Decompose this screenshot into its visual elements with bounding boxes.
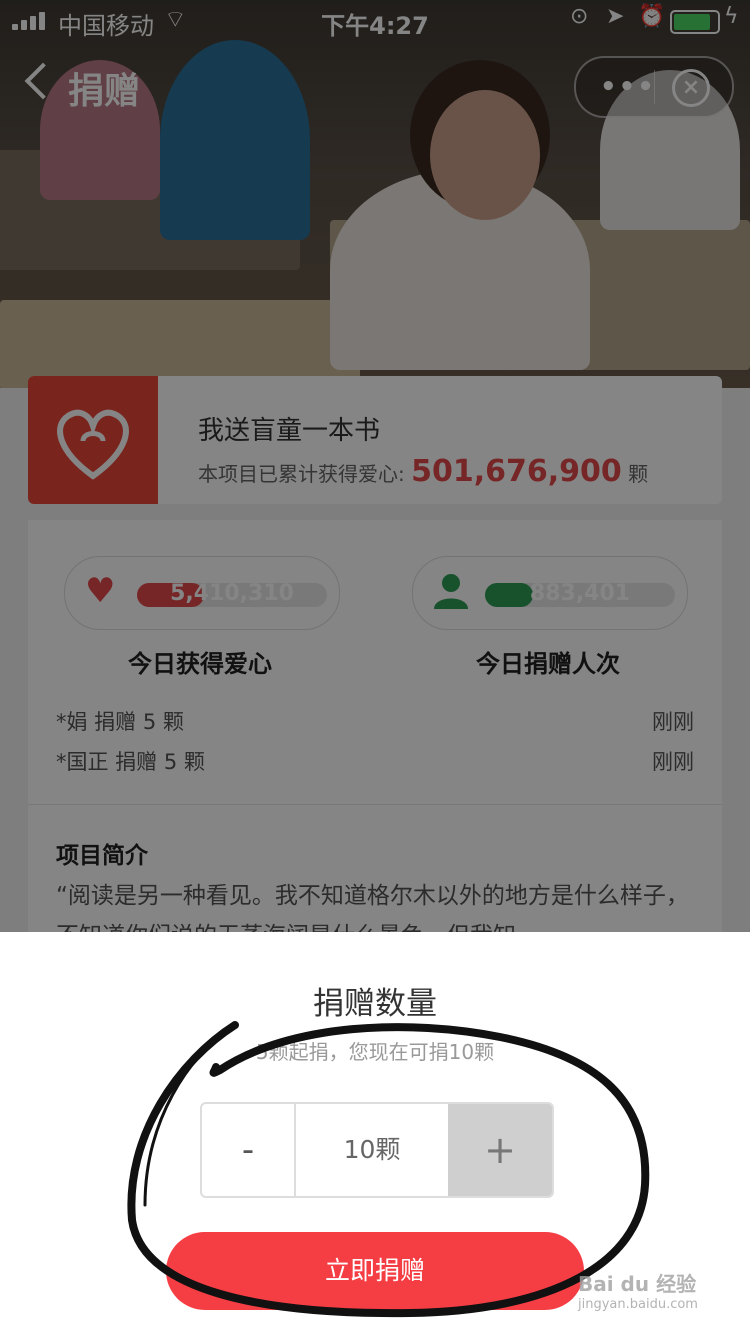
watermark-url: jingyan.baidu.com	[578, 1297, 698, 1312]
watermark: Bai du 经验 jingyan.baidu.com	[578, 1268, 728, 1322]
modal-backdrop[interactable]	[0, 0, 750, 932]
watermark-logo: Bai du 经验	[578, 1272, 697, 1296]
